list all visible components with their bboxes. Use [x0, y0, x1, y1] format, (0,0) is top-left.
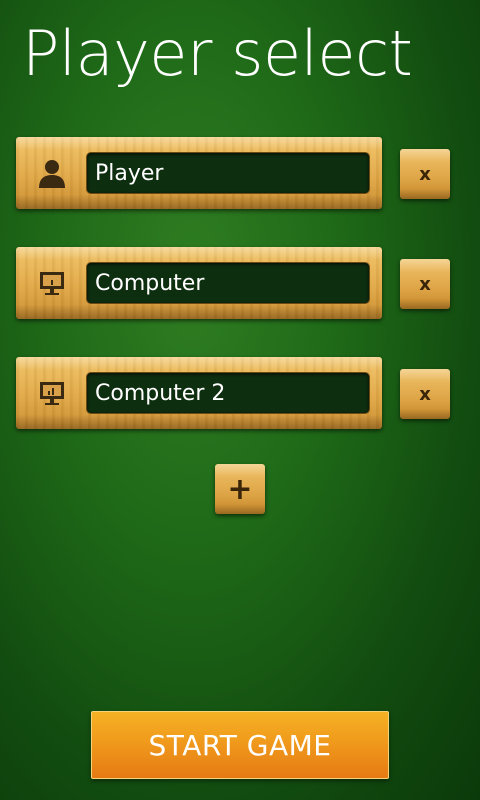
page-title: Player select — [22, 17, 413, 90]
player-name-field[interactable]: Computer — [86, 262, 370, 304]
computer-icon[interactable] — [36, 377, 68, 409]
player-plank: Player — [16, 137, 382, 209]
player-row: Player x — [16, 137, 450, 211]
remove-player-button[interactable]: x — [400, 149, 450, 199]
player-row: Computer x — [16, 247, 450, 321]
player-row: Computer 2 x — [16, 357, 450, 431]
player-plank: Computer 2 — [16, 357, 382, 429]
remove-player-button[interactable]: x — [400, 259, 450, 309]
player-name-field[interactable]: Computer 2 — [86, 372, 370, 414]
person-icon[interactable] — [36, 157, 68, 189]
player-name-field[interactable]: Player — [86, 152, 370, 194]
add-player-button[interactable]: + — [215, 464, 265, 514]
player-plank: Computer — [16, 247, 382, 319]
computer-icon[interactable] — [36, 267, 68, 299]
remove-player-button[interactable]: x — [400, 369, 450, 419]
start-game-button[interactable]: START GAME — [91, 711, 389, 779]
